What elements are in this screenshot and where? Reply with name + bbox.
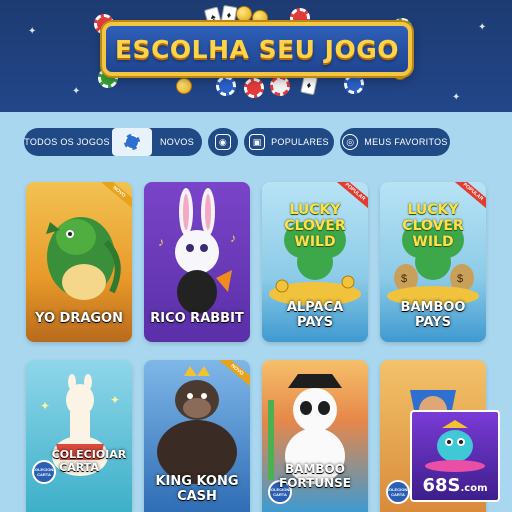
coin-icon (236, 6, 252, 22)
art-title: LUCKY CLOVER WILD (380, 202, 486, 250)
game-title-line: COLECIOIAR (51, 448, 127, 461)
game-title: ALPACA PAYS (262, 300, 368, 330)
game-title: BAMBOO PAYS (380, 300, 486, 330)
tab-favorites[interactable]: ◎ MEUS FAVORITOS (340, 128, 450, 156)
chip-icon (124, 134, 140, 150)
game-title: RICO RABBIT (150, 311, 244, 326)
mascot-icon (425, 420, 485, 472)
sparkle-icon: ✦ (452, 92, 461, 103)
coin-icon (176, 78, 192, 94)
svg-text:✦: ✦ (40, 399, 50, 413)
brand-logo: 68S.com (410, 410, 500, 502)
game-title-line: PAYS (297, 315, 333, 330)
sparkle-icon: ✦ (72, 86, 81, 97)
camera-icon: ◉ (215, 134, 231, 150)
filter-group: TODOS OS JOGOS NOVOS (24, 128, 202, 156)
svg-text:$: $ (401, 273, 407, 285)
sparkle-icon: ✦ (28, 26, 37, 37)
game-title: COLECIOIAR CARTA (26, 448, 132, 474)
brand-logo-text: 68S.com (412, 475, 498, 496)
playing-card-icon: ♦ (300, 74, 318, 96)
tab-popular-label: POPULARES (271, 137, 329, 147)
game-title-line: PAYS (415, 315, 451, 330)
svg-text:$: $ (457, 273, 463, 285)
poker-chip-icon (344, 74, 364, 94)
poker-chip-icon (216, 76, 236, 96)
game-title: YO DRAGON (35, 311, 123, 326)
art-title-line: CLOVER (284, 218, 346, 234)
tab-favorites-label: MEUS FAVORITOS (364, 137, 448, 147)
game-art: ✦ ✦ (26, 360, 132, 512)
game-card-bamboo-fortune[interactable]: COLECIONE CARTA BAMBOO FORTUNSE (262, 360, 368, 512)
art-title-line: WILD (294, 234, 336, 250)
alpaca-icon: ✦ ✦ (40, 374, 120, 476)
title-banner: ESCOLHA SEU JOGO (102, 22, 412, 76)
tab-new-icon-button[interactable] (112, 128, 152, 156)
game-title-line: CARTA (59, 461, 99, 474)
art-title-line: WILD (412, 234, 454, 250)
game-title-line: KING KONG (155, 474, 239, 489)
brand-suffix: .com (460, 483, 488, 494)
favorites-icon: ◎ (342, 134, 359, 150)
game-card-colecionar-carta[interactable]: ✦ ✦ COLECIONE CARTA COLECIOIAR CARTA (26, 360, 132, 512)
slot-machine-icon: ▣ (249, 134, 266, 150)
poker-chip-icon (270, 76, 290, 96)
game-title: BAMBOO FORTUNSE (262, 462, 368, 490)
collect-card-badge: COLECIONE CARTA (386, 480, 410, 504)
art-title-line: CLOVER (402, 218, 464, 234)
sparkle-icon: ✦ (478, 22, 487, 33)
game-title-line: CASH (177, 489, 217, 504)
game-title-line: FORTUNSE (279, 476, 351, 490)
game-card-yo-dragon[interactable]: NOVO YO DRAGON (26, 182, 132, 342)
tab-popular[interactable]: ▣ POPULARES (244, 128, 334, 156)
page-title: ESCOLHA SEU JOGO (114, 34, 399, 64)
art-title-line: LUCKY (289, 202, 341, 218)
game-title-line: BAMBOO (400, 300, 466, 315)
svg-text:♪: ♪ (158, 235, 164, 249)
game-card-king-kong-cash[interactable]: NOVO KING KONG CASH (144, 360, 250, 512)
brand-name: 68S (422, 475, 461, 496)
game-card-bamboo-pays[interactable]: $ $ LUCKY CLOVER WILD POPULAR BAMBOO PAY… (380, 182, 486, 342)
tab-all-games[interactable]: TODOS OS JOGOS (24, 128, 110, 156)
header-banner: ✦ ✦ ✦ ✦ ♠ ♦ ♦ ESCOLHA SEU JOGO (0, 0, 512, 112)
game-title-line: ALPACA (286, 300, 344, 315)
tab-new[interactable]: NOVOS (154, 128, 200, 156)
poker-chip-icon (244, 78, 264, 98)
game-title-line: BAMBOO (285, 462, 345, 476)
svg-text:✦: ✦ (110, 393, 120, 407)
game-card-alpaca-pays[interactable]: LUCKY CLOVER WILD POPULAR ALPACA PAYS (262, 182, 368, 342)
game-title: KING KONG CASH (144, 474, 250, 504)
art-title-line: LUCKY (407, 202, 459, 218)
game-card-rico-rabbit[interactable]: ♪ ♪ RICO RABBIT (144, 182, 250, 342)
camera-filter-button[interactable]: ◉ (208, 128, 238, 156)
art-title: LUCKY CLOVER WILD (262, 202, 368, 250)
svg-text:♪: ♪ (230, 231, 236, 245)
